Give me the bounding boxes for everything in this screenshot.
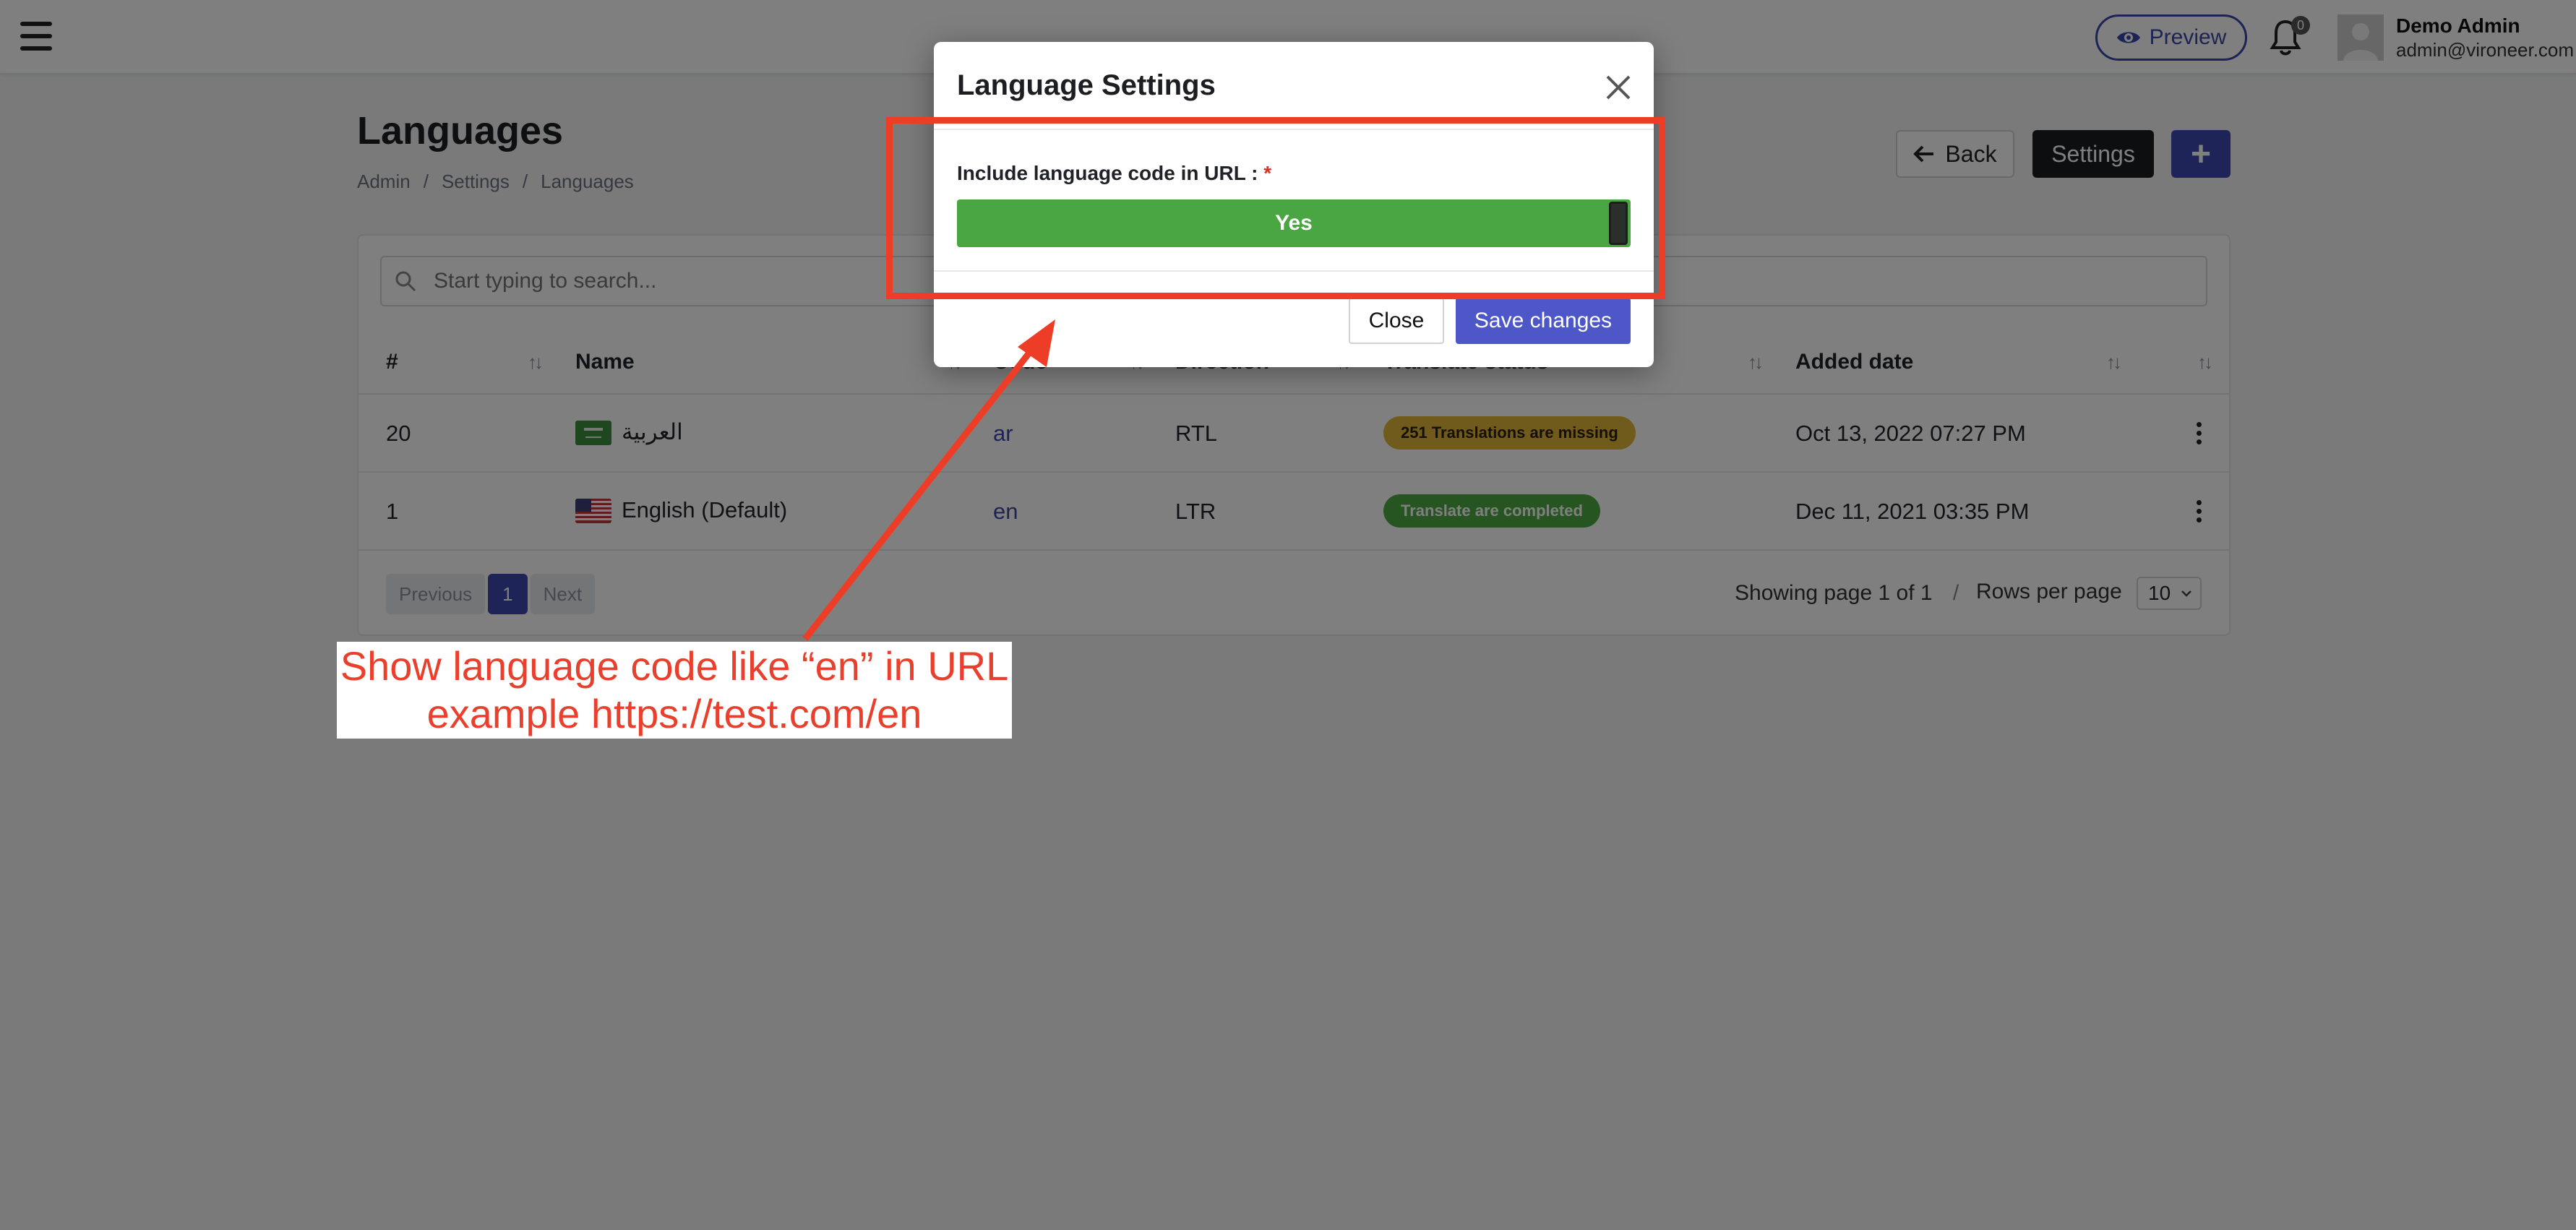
save-changes-button[interactable]: Save changes — [1456, 298, 1631, 344]
close-icon[interactable] — [1602, 71, 1635, 104]
annotation-highlight-box — [886, 117, 1665, 299]
annotation-line-2: example https://test.com/en — [426, 691, 922, 736]
annotation-note: Show language code like “en” in URL exam… — [337, 642, 1012, 739]
modal-title: Language Settings — [957, 69, 1216, 101]
close-button[interactable]: Close — [1349, 298, 1444, 344]
annotation-line-1: Show language code like “en” in URL — [340, 643, 1009, 689]
